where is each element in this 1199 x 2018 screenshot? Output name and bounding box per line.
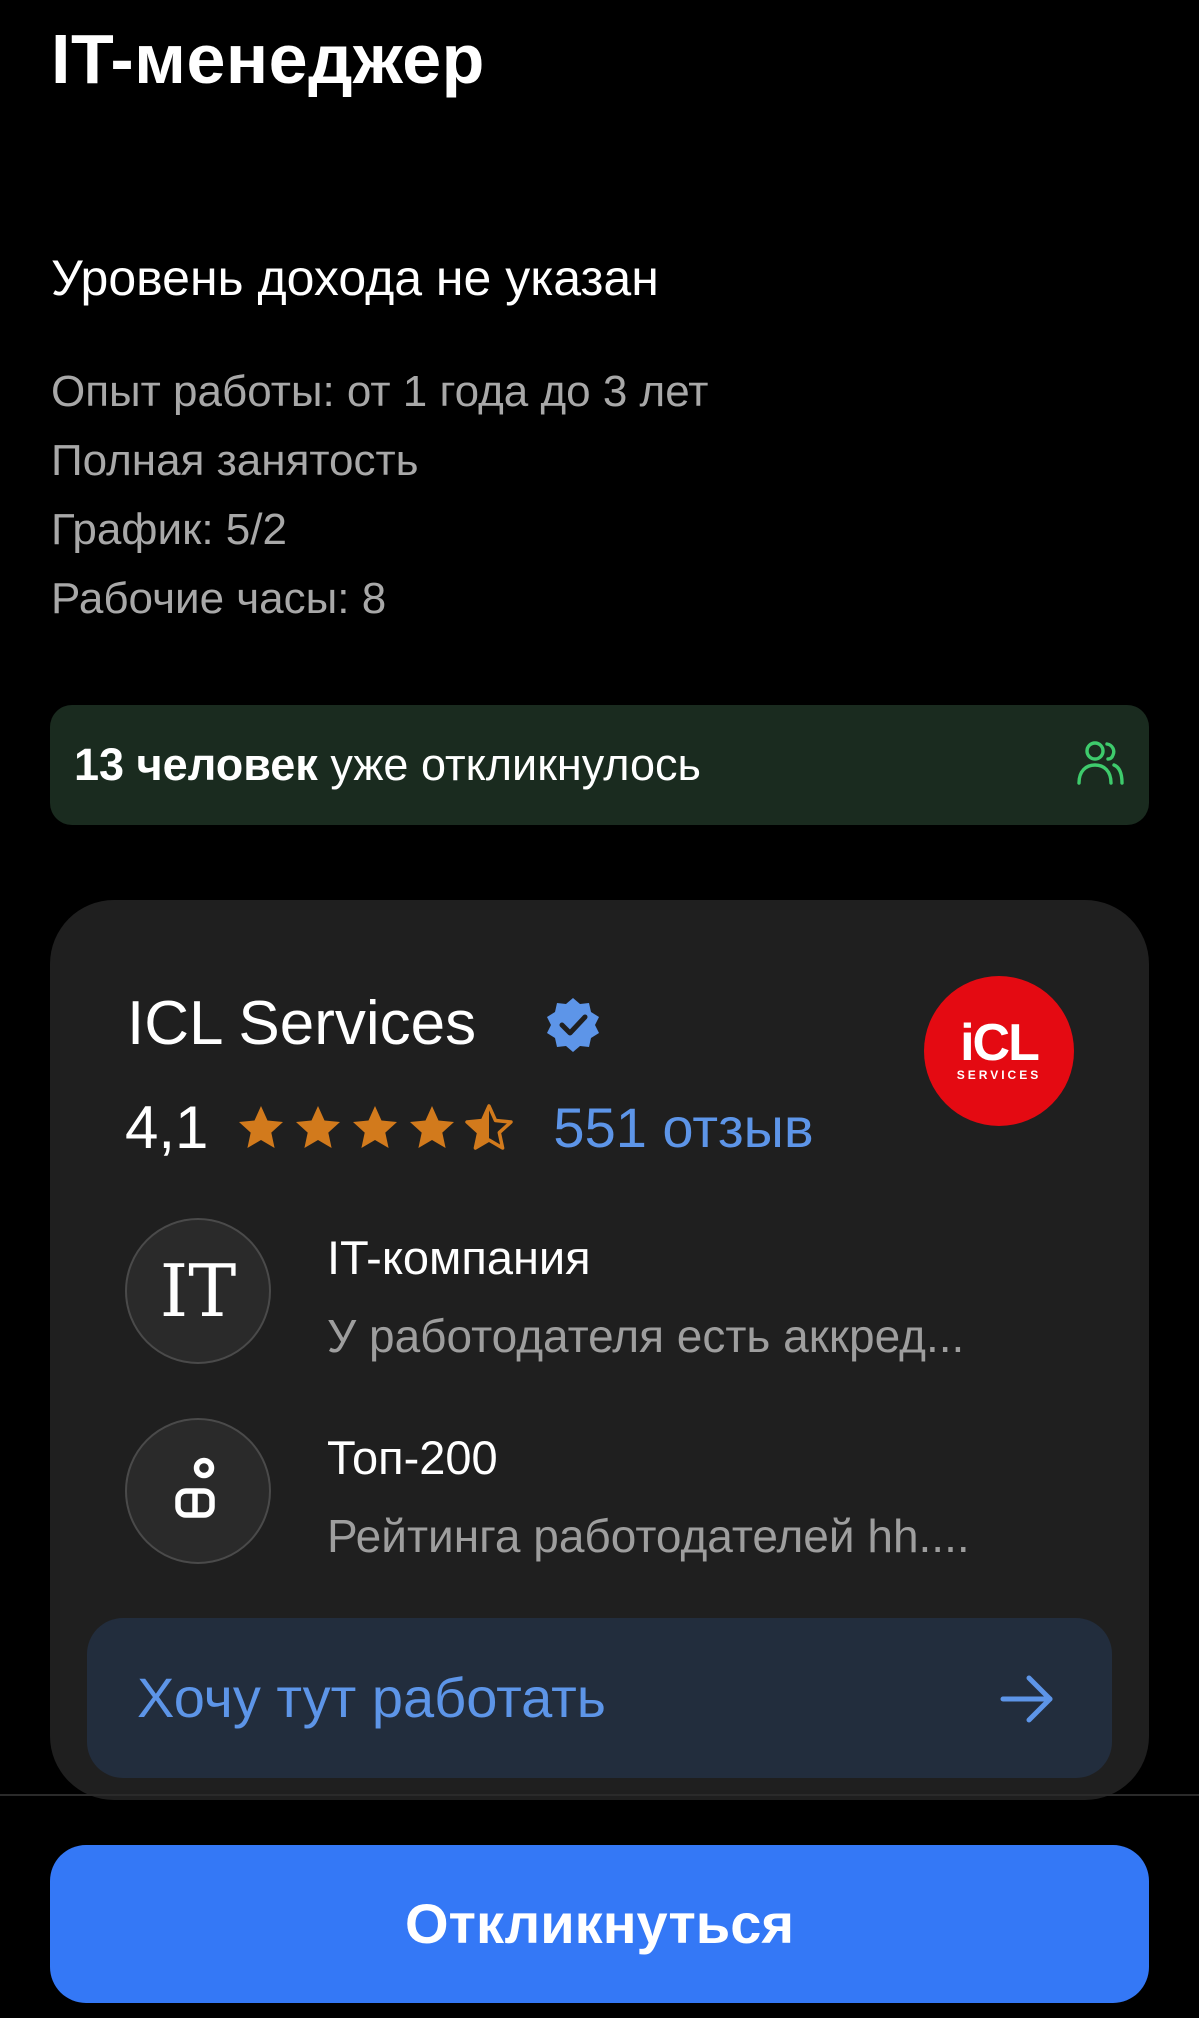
company-card[interactable]: ICL Services iCL SERVICES 4,1 551 отзыв [50, 900, 1149, 1800]
rating-row: 4,1 551 отзыв [125, 1088, 814, 1168]
reviews-link[interactable]: 551 отзыв [553, 1088, 813, 1168]
badge-top-200[interactable]: Топ-200 Рейтинга работодателей hh.... [125, 1418, 1105, 1578]
company-name[interactable]: ICL Services [127, 984, 476, 1064]
company-logo[interactable]: iCL SERVICES [924, 976, 1074, 1126]
want-to-work-button[interactable]: Хочу тут работать [87, 1618, 1112, 1778]
star-half-icon [465, 1104, 514, 1150]
people-icon [1077, 741, 1124, 785]
company-logo-text: iCL [960, 1014, 1040, 1072]
star-full-icon [239, 1106, 284, 1148]
respond-button-label: Откликнуться [404, 1892, 795, 1955]
badge-it-company[interactable]: IT IT-компания У работодателя есть аккре… [125, 1218, 1105, 1378]
responses-rest: уже откликнулось [317, 739, 701, 790]
star-full-icon [353, 1106, 398, 1148]
bottom-divider [0, 1794, 1199, 1796]
job-details: Опыт работы: от 1 года до 3 лет Полная з… [51, 357, 708, 633]
badge-description: Рейтинга работодателей hh.... [327, 1510, 970, 1562]
respond-button[interactable]: Откликнуться [50, 1845, 1149, 2003]
verified-badge-icon [547, 998, 599, 1052]
rating-stars [236, 1103, 521, 1153]
star-full-icon [410, 1106, 455, 1148]
responses-count: 13 человек [74, 739, 318, 790]
experience-detail: Опыт работы: от 1 года до 3 лет [51, 367, 709, 416]
company-logo-subtext: SERVICES [956, 1068, 1042, 1082]
badge-title: IT-компания [327, 1231, 591, 1284]
star-full-icon [296, 1106, 341, 1148]
arrow-right-icon [1000, 1675, 1053, 1723]
want-to-work-label: Хочу тут работать [137, 1666, 606, 1729]
job-title: IT-менеджер [51, 20, 485, 98]
responses-text: 13 человек уже откликнулось [74, 735, 701, 795]
it-company-icon: IT [125, 1218, 271, 1364]
rating-value: 4,1 [125, 1094, 209, 1161]
badge-title: Топ-200 [327, 1431, 498, 1484]
hours-detail: Рабочие часы: 8 [51, 574, 387, 623]
vacancy-page: IT-менеджер Уровень дохода не указан Опы… [0, 0, 1199, 2018]
responses-banner: 13 человек уже откликнулось [50, 705, 1149, 825]
badge-description: У работодателя есть аккред... [327, 1310, 965, 1362]
schedule-detail: График: 5/2 [51, 505, 287, 554]
employment-detail: Полная занятость [51, 436, 419, 485]
top-200-icon [125, 1418, 271, 1564]
salary-label: Уровень дохода не указан [51, 250, 659, 306]
